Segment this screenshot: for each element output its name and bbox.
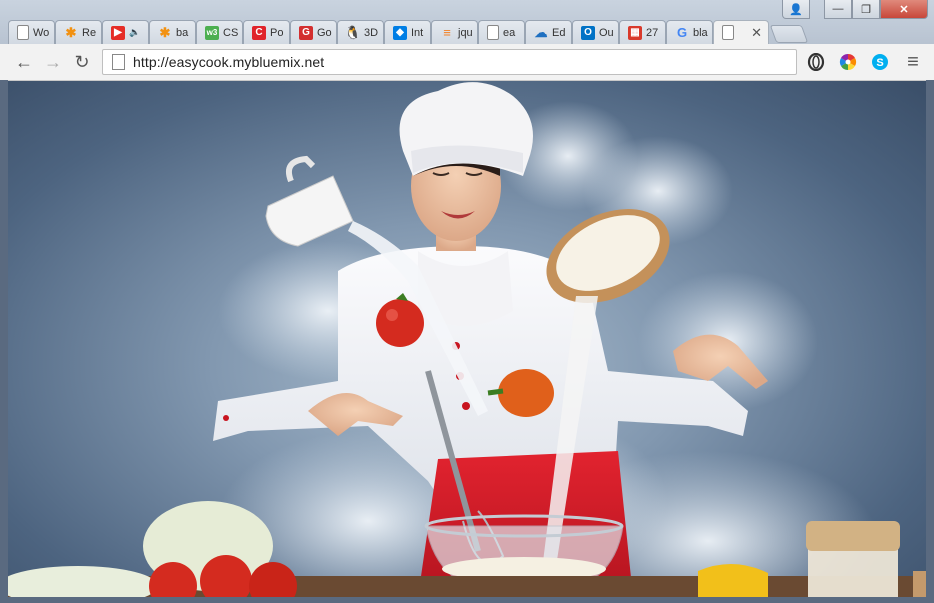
chef-illustration	[8, 82, 926, 597]
tab-label: Go	[317, 26, 332, 39]
maximize-button[interactable]: ❐	[852, 0, 880, 19]
tab-14[interactable]: Gbla	[666, 20, 713, 44]
tab-label: Int	[411, 26, 424, 39]
tab-label: Ed	[552, 26, 566, 39]
outlook-icon: O	[581, 25, 595, 40]
window-border-right	[926, 80, 934, 603]
window-border-left	[0, 80, 8, 603]
tab-0[interactable]: Wo	[8, 20, 55, 44]
tab-3[interactable]: ✱ ba	[149, 20, 196, 44]
page-icon	[17, 25, 29, 40]
window-controls: 👤 — ❐ ✕	[782, 0, 928, 19]
tab-list: Wo ✱ Re ▶ 🔈 ✱ ba w3 CS C Po G Go 🐧 3D ◆ Int ≡ jqu ea ☁ Ed O Ou ▦…	[8, 20, 809, 44]
reload-button[interactable]: ↻	[71, 51, 93, 73]
tab-7[interactable]: 🐧 3D	[337, 20, 384, 44]
cloud-icon: ☁	[534, 24, 548, 40]
tab-9[interactable]: ≡ jqu	[431, 20, 478, 44]
w3-icon: w3	[205, 25, 219, 40]
page-icon	[112, 54, 125, 70]
svg-text:S: S	[876, 57, 883, 69]
tab-strip: Wo ✱ Re ▶ 🔈 ✱ ba w3 CS C Po G Go 🐧 3D ◆ Int ≡ jqu ea ☁ Ed O Ou ▦…	[0, 0, 934, 44]
asterisk-icon: ✱	[159, 24, 171, 40]
youtube-icon: ▶	[111, 25, 125, 40]
tab-5[interactable]: C Po	[243, 20, 290, 44]
skype-icon[interactable]: S	[870, 52, 890, 72]
color-wheel-icon[interactable]	[838, 52, 858, 72]
tab-label: Po	[270, 26, 284, 39]
g-logo-icon: G	[299, 25, 313, 40]
linux-penguin-icon: 🐧	[344, 24, 362, 40]
tab-6[interactable]: G Go	[290, 20, 337, 44]
back-button[interactable]: ←	[13, 51, 35, 73]
calendar-icon: ▦	[628, 25, 642, 40]
user-profile-button[interactable]: 👤	[782, 0, 810, 19]
google-icon: G	[676, 25, 688, 40]
menu-button[interactable]: ≡	[902, 51, 924, 73]
tab-8[interactable]: ◆ Int	[384, 20, 431, 44]
close-window-button[interactable]: ✕	[880, 0, 928, 19]
browser-window: Wo ✱ Re ▶ 🔈 ✱ ba w3 CS C Po G Go 🐧 3D ◆ Int ≡ jqu ea ☁ Ed O Ou ▦…	[0, 0, 934, 603]
tab-13[interactable]: ▦ 27	[619, 20, 666, 44]
asterisk-icon: ✱	[65, 24, 77, 40]
tab-1[interactable]: ✱ Re	[55, 20, 102, 44]
minimize-button[interactable]: —	[824, 0, 852, 19]
close-tab-icon[interactable]: ✕	[751, 25, 762, 41]
tab-label: Re	[82, 26, 97, 39]
tab-label: Ou	[599, 26, 614, 39]
tab-label: ea	[503, 26, 516, 39]
c-icon: C	[252, 25, 266, 40]
dropbox-icon: ◆	[393, 25, 407, 40]
tab-label: CS	[223, 26, 239, 39]
speaker-icon[interactable]: 🔈	[129, 27, 140, 38]
browser-toolbar: ← → ↻ http://easycook.mybluemix.net S ≡	[0, 44, 934, 81]
tab-active[interactable]: ✕	[713, 20, 769, 44]
tab-label: 3D	[364, 26, 379, 39]
tab-10[interactable]: ea	[478, 20, 525, 44]
tab-12[interactable]: O Ou	[572, 20, 619, 44]
stack-icon: ≡	[443, 25, 451, 40]
opera-icon[interactable]	[806, 52, 826, 72]
tab-11[interactable]: ☁ Ed	[525, 20, 572, 44]
forward-button[interactable]: →	[42, 51, 64, 73]
page-icon	[722, 25, 734, 40]
tab-label: jqu	[458, 26, 473, 39]
window-border-bottom	[0, 597, 934, 603]
tab-4[interactable]: w3 CS	[196, 20, 243, 44]
address-bar[interactable]: http://easycook.mybluemix.net	[102, 49, 797, 75]
hero-image	[8, 81, 926, 597]
tab-label: ba	[176, 26, 189, 39]
new-tab-button[interactable]	[769, 25, 809, 43]
tab-label: bla	[693, 26, 708, 39]
tab-label: 27	[646, 26, 659, 39]
chef-head	[399, 82, 533, 251]
address-url[interactable]: http://easycook.mybluemix.net	[133, 54, 324, 70]
tab-label: Wo	[33, 26, 50, 39]
tab-2[interactable]: ▶ 🔈	[102, 20, 149, 44]
page-icon	[487, 25, 499, 40]
